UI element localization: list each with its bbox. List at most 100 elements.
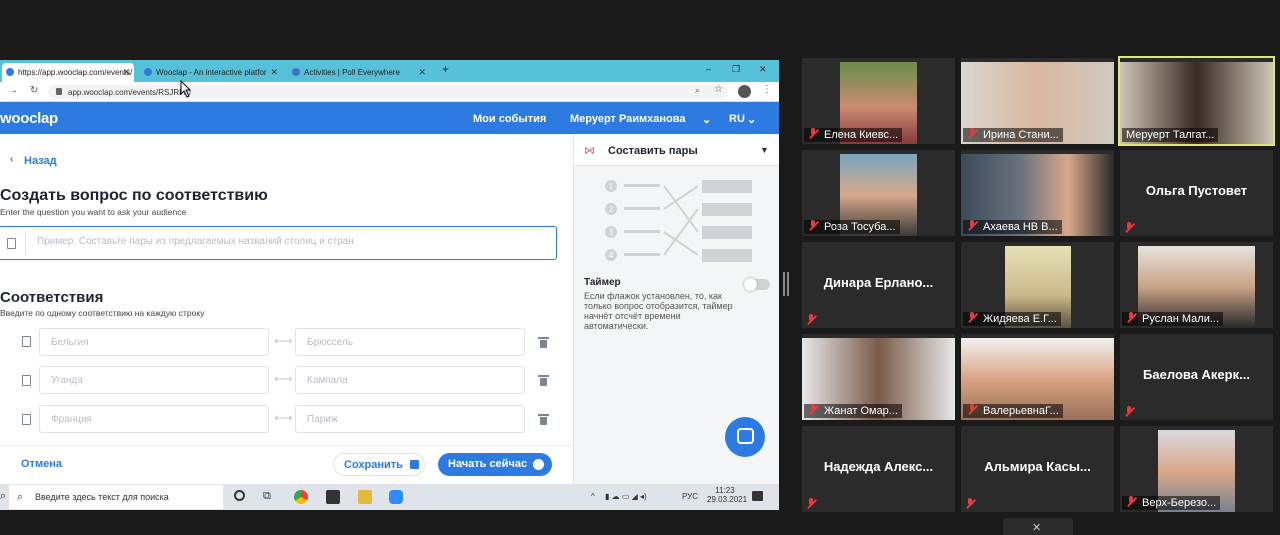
timer-description: Если флажок установлен, то, как только в… — [584, 291, 733, 331]
participant-tile[interactable]: Ахаева НВ В... — [961, 150, 1114, 236]
participant-tile[interactable]: Роза Тосуба... — [802, 150, 955, 236]
splitter-handle[interactable] — [787, 272, 789, 296]
nav-my-events[interactable]: Мои события — [473, 113, 546, 125]
browser-tab[interactable]: Activities | Poll Everywhere ✕ — [288, 63, 430, 82]
participant-name: Ольга Пустовет — [1145, 183, 1248, 198]
reload-icon[interactable]: ↻ — [30, 85, 38, 96]
menu-dots-icon[interactable]: ⋮ — [762, 84, 772, 95]
document-icon[interactable] — [22, 414, 31, 425]
arrows-left-right-icon: ⟷ — [274, 410, 293, 425]
maximize-icon[interactable]: ❐ — [732, 64, 740, 75]
taskbar-search[interactable]: ⌕ Введите здесь текст для поиска — [9, 485, 223, 509]
question-input[interactable]: Пример: Составьте пары из предлагаемых н… — [0, 226, 557, 260]
chevron-down-icon: ⌄ — [747, 114, 757, 126]
chrome-icon[interactable] — [294, 490, 308, 504]
close-icon[interactable]: ✕ — [122, 67, 130, 78]
trash-icon[interactable] — [538, 336, 549, 348]
timer-toggle[interactable] — [744, 278, 770, 291]
start-label: Начать сейчас — [448, 458, 528, 470]
nav-language[interactable]: RU — [729, 113, 745, 125]
store-icon[interactable] — [326, 490, 340, 504]
nav-user-menu[interactable]: Меруерт Раимханова — [570, 113, 686, 125]
document-icon[interactable] — [22, 336, 31, 347]
mic-muted-icon — [1126, 312, 1136, 323]
zoom-icon[interactable]: ⌕ — [695, 85, 700, 96]
start-now-button[interactable]: Начать сейчас — [438, 453, 552, 476]
browser-tab-active[interactable]: https://app.wooclap.com/events/ ✕ — [2, 63, 134, 82]
save-button[interactable]: Сохранить — [333, 453, 425, 476]
wooclap-logo[interactable]: wooclap — [0, 110, 58, 127]
mic-muted-icon — [1124, 406, 1134, 417]
clock[interactable]: 11:23 29.03.2021 — [707, 486, 747, 504]
trash-icon[interactable] — [538, 374, 549, 386]
participant-tile[interactable]: Верх-Березо... — [1120, 426, 1273, 512]
taskbar-search-placeholder: Введите здесь текст для поиска — [35, 492, 169, 502]
participant-tile[interactable]: Баелова Акерк... — [1120, 334, 1273, 420]
match-left-input[interactable]: Бельгия — [39, 328, 269, 356]
notifications-icon[interactable] — [752, 491, 763, 501]
participant-tile[interactable]: ВалерьевнаГ... — [961, 334, 1114, 420]
document-icon[interactable] — [7, 238, 16, 249]
participant-tile[interactable]: Жанат Омар... — [802, 334, 955, 420]
participant-name: Руслан Мали... — [1142, 313, 1220, 325]
splitter-handle[interactable] — [783, 272, 785, 296]
cortana-icon[interactable] — [234, 490, 245, 501]
mic-muted-icon — [1124, 222, 1134, 233]
matches-subtitle: Введите по одному соответствию на каждую… — [0, 308, 205, 318]
participant-name: Жанат Омар... — [824, 405, 898, 417]
mic-muted-icon — [967, 128, 977, 139]
participant-name-tag: Ирина Стани... — [963, 128, 1063, 142]
match-right-input[interactable]: Париж — [295, 405, 525, 433]
tray-chevron-icon[interactable]: ^ — [591, 492, 595, 501]
search-icon[interactable]: ⌕ — [0, 490, 6, 503]
participant-name-tag: Елена Киевс... — [804, 128, 903, 142]
profile-avatar[interactable] — [738, 85, 751, 98]
match-right-input[interactable]: Брюссель — [295, 328, 525, 356]
back-chevron-icon[interactable]: ‹ — [10, 154, 13, 165]
participant-tile[interactable]: Динара Ерлано... — [802, 242, 955, 328]
folder-icon[interactable] — [358, 490, 372, 504]
cancel-button[interactable]: Отмена — [21, 458, 62, 470]
participant-tile[interactable]: Елена Киевс... — [802, 58, 955, 144]
tab-label: Wooclap - An interactive platfor — [156, 68, 267, 77]
trash-icon[interactable] — [538, 413, 549, 425]
matches-title: Соответствия — [0, 289, 104, 306]
question-type-select[interactable]: ⋈ Составить пары ▼ — [574, 134, 779, 166]
poll-everywhere-icon — [292, 68, 300, 76]
participant-name-tag: Жидяева Е.Г... — [963, 312, 1061, 326]
participant-tile[interactable]: Руслан Мали... — [1120, 242, 1273, 328]
close-window-icon[interactable]: ✕ — [759, 64, 767, 75]
back-link[interactable]: Назад — [24, 155, 57, 167]
participant-name: Меруерт Талгат... — [1126, 129, 1215, 141]
diagram-number: 3 — [609, 228, 614, 237]
zoom-app-icon[interactable] — [389, 490, 403, 504]
close-icon[interactable]: ✕ — [418, 67, 426, 78]
participant-name: ВалерьевнаГ... — [983, 405, 1059, 417]
match-left-input[interactable]: Франция — [39, 405, 269, 433]
document-icon[interactable] — [22, 375, 31, 386]
minimize-icon[interactable]: – — [706, 64, 711, 74]
participant-tile[interactable]: Ольга Пустовет — [1120, 150, 1273, 236]
toolbar-toggle[interactable]: ✕ — [1003, 518, 1073, 535]
participant-tile-active-speaker[interactable]: Меруерт Талгат... — [1118, 56, 1275, 146]
close-icon[interactable]: ✕ — [270, 67, 278, 78]
participant-name: Баелова Акерк... — [1143, 367, 1250, 382]
participant-tile[interactable]: Альмира Касы... — [961, 426, 1114, 512]
star-icon[interactable]: ☆ — [714, 84, 723, 95]
mic-muted-icon — [808, 404, 818, 415]
chat-support-button[interactable] — [725, 417, 765, 457]
url-field[interactable]: app.wooclap.com/events/RSJRF/0 — [48, 85, 728, 99]
floppy-icon — [410, 460, 419, 469]
clock-time: 11:23 — [715, 486, 735, 495]
forward-icon[interactable]: → — [8, 85, 18, 96]
participant-tile[interactable]: Надежда Алекс... — [802, 426, 955, 512]
keyboard-language[interactable]: РУС — [682, 492, 698, 501]
task-view-icon[interactable]: ⧉ — [263, 490, 271, 503]
match-left-input[interactable]: Уганда — [39, 366, 269, 394]
match-right-input[interactable]: Кампала — [295, 366, 525, 394]
new-tab-icon[interactable]: + — [442, 62, 449, 76]
browser-tab[interactable]: Wooclap - An interactive platfor ✕ — [140, 63, 282, 82]
participant-tile[interactable]: Ирина Стани... — [961, 58, 1114, 144]
mic-muted-icon — [967, 404, 977, 415]
participant-tile[interactable]: Жидяева Е.Г... — [961, 242, 1114, 328]
